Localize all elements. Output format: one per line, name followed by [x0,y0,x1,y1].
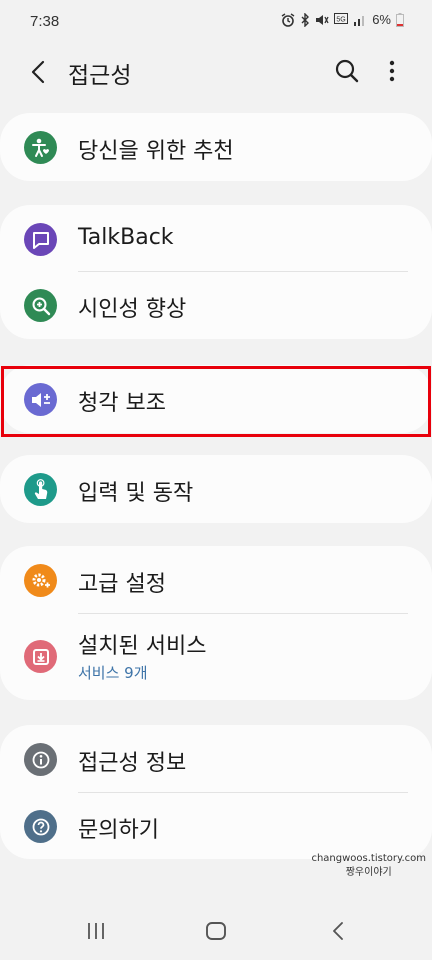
list-item-contact-us[interactable]: 문의하기 [0,792,432,860]
list-item-label: 입력 및 동작 [78,481,194,506]
list-item-label: 접근성 정보 [78,751,187,776]
app-bar: 접근성 [0,44,432,100]
list-item-label: 시인성 향상 [78,297,187,322]
more-options-button[interactable] [380,56,404,86]
list-item-label: 문의하기 [78,818,159,843]
list-item-label: TalkBack [78,225,174,250]
status-icons: 5G 6% [281,12,404,27]
list-item-label: 설치된 서비스 [78,634,207,659]
info-icon [24,743,57,776]
svg-text:5G: 5G [337,16,346,23]
accessibility-person-icon [24,131,57,164]
list-item-label: 당신을 위한 추천 [78,139,234,164]
back-button[interactable] [24,58,52,86]
signal-icon [354,15,365,26]
divider [78,613,408,614]
section-about: 접근성 정보 문의하기 [0,725,432,859]
watermark: changwoos.tistory.com 짱우이야기 [311,852,426,880]
back-arrow-icon [333,922,343,940]
magnifier-plus-icon [24,289,57,322]
section-advanced: 고급 설정 설치된 서비스 서비스 9개 [0,546,432,700]
mute-icon [316,14,329,25]
alarm-icon [281,12,295,27]
chat-bubble-icon [24,223,57,256]
5g-icon: 5G [334,12,349,24]
more-vertical-icon [389,60,395,82]
list-item-accessibility-info[interactable]: 접근성 정보 [0,725,432,793]
home-button[interactable] [202,918,230,944]
status-time: 7:38 [30,13,60,30]
section-interaction: 입력 및 동작 [0,455,432,523]
list-item-input-motion[interactable]: 입력 및 동작 [0,455,432,523]
list-item-installed-services[interactable]: 설치된 서비스 서비스 9개 [0,616,432,700]
gear-plus-icon [24,564,57,597]
navigation-bar [0,900,432,960]
list-item-visibility[interactable]: 시인성 향상 [0,271,432,339]
list-item-sublabel: 서비스 9개 [78,664,148,682]
battery-icon [396,12,404,27]
recent-apps-icon [88,923,104,939]
back-nav-button[interactable] [324,918,352,944]
bluetooth-icon [301,12,310,27]
section-vision: TalkBack 시인성 향상 [0,205,432,339]
search-button[interactable] [332,56,362,86]
list-item-label: 고급 설정 [78,572,166,597]
home-icon [206,922,226,940]
watermark-name: 짱우이야기 [345,867,392,878]
search-icon [335,59,359,83]
list-item-talkback[interactable]: TalkBack [0,205,432,273]
status-bar: 7:38 5G 6% [0,0,432,44]
section-recommended: 당신을 위한 추천 [0,113,432,181]
recent-apps-button[interactable] [82,918,110,944]
download-box-icon [24,640,57,673]
chevron-left-icon [31,60,45,84]
page-title: 접근성 [68,63,132,89]
battery-percent: 6% [372,12,391,27]
hand-tap-icon [24,473,57,506]
list-item-advanced-settings[interactable]: 고급 설정 [0,546,432,614]
watermark-url: changwoos.tistory.com [311,853,426,864]
list-item-recommended[interactable]: 당신을 위한 추천 [0,113,432,181]
question-icon [24,810,57,843]
highlight-box [1,366,431,437]
